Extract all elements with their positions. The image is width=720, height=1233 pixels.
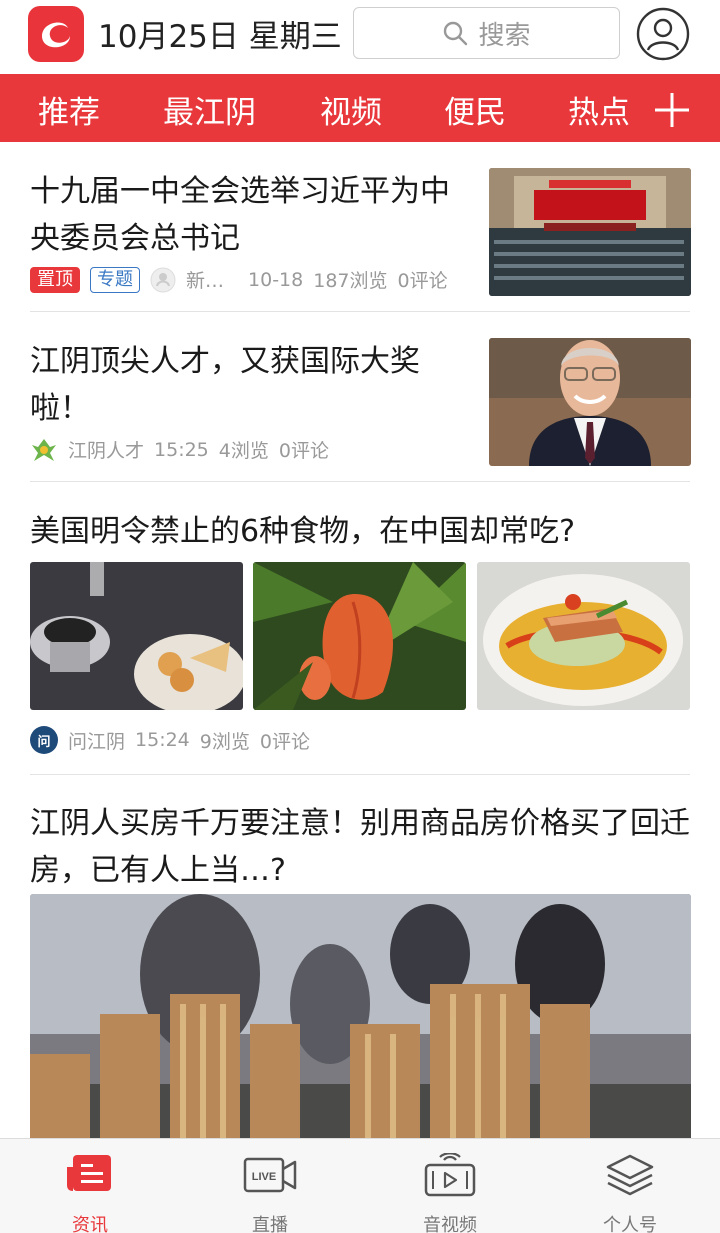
stack-icon xyxy=(606,1154,654,1196)
top-header: 10月25日 星期三 搜索 xyxy=(0,0,720,74)
source-avatar-icon xyxy=(150,267,176,292)
nav-label: 直播 xyxy=(252,1215,288,1233)
article-comments: 0评论 xyxy=(397,270,448,292)
news-feed: 十九届一中全会选举习近平为中央委员会总书记 置顶 专题 新… 10-18 187… xyxy=(0,142,720,1138)
search-placeholder: 搜索 xyxy=(478,20,531,51)
article-source: 新… xyxy=(186,270,225,292)
divider xyxy=(30,481,690,482)
article-time: 10-18 xyxy=(248,268,304,291)
nav-live[interactable]: LIVE 直播 xyxy=(210,1153,330,1233)
article-source: 问江阴 xyxy=(68,730,126,753)
article-comments: 0评论 xyxy=(278,440,329,462)
article-time: 15:24 xyxy=(135,729,190,751)
nav-personal[interactable]: 个人号 xyxy=(570,1153,690,1233)
tab-convenience[interactable]: 便民 xyxy=(444,87,506,132)
channel-tabs: 推荐 最江阴 视频 便民 热点 xyxy=(0,74,720,147)
article-thumbnail xyxy=(489,338,691,466)
bottom-nav: 资讯 LIVE 直播 音视频 个人号 xyxy=(0,1138,720,1233)
divider xyxy=(30,311,690,312)
article-meta: 江阴人才 15:25 4浏览 0评论 xyxy=(30,436,329,463)
article-time: 15:25 xyxy=(154,438,209,461)
tab-hot[interactable]: 热点 xyxy=(568,87,630,132)
article-comments: 0评论 xyxy=(259,730,310,753)
news-icon xyxy=(67,1155,111,1191)
article-title: 江阴顶尖人才，又获国际大奖啦！ xyxy=(30,344,420,426)
nav-label: 个人号 xyxy=(603,1215,657,1233)
live-icon: LIVE xyxy=(243,1157,297,1193)
article-views: 9浏览 xyxy=(199,730,250,753)
tab-jiangyin[interactable]: 最江阴 xyxy=(163,87,256,147)
tab-video[interactable]: 视频 xyxy=(320,87,382,132)
article-image xyxy=(30,894,691,1138)
article-image xyxy=(30,562,243,710)
audio-video-icon xyxy=(424,1153,476,1197)
tab-recommend[interactable]: 推荐 xyxy=(38,87,100,132)
date-label: 10月25日 星期三 xyxy=(98,19,342,55)
article-views: 4浏览 xyxy=(218,440,269,462)
pinned-badge: 置顶 xyxy=(30,266,80,293)
search-input[interactable]: 搜索 xyxy=(353,7,620,59)
article-meta: 置顶 专题 新… 10-18 187浏览 0评论 xyxy=(30,266,448,293)
search-icon xyxy=(444,21,468,46)
plus-icon xyxy=(655,93,689,127)
user-avatar-button[interactable] xyxy=(636,7,690,61)
user-icon xyxy=(636,7,690,61)
divider xyxy=(30,774,690,775)
app-logo-icon[interactable] xyxy=(28,6,84,62)
nav-audio-video[interactable]: 音视频 xyxy=(390,1153,510,1233)
nav-label: 音视频 xyxy=(423,1215,477,1233)
article-title: 十九届一中全会选举习近平为中央委员会总书记 xyxy=(30,174,450,256)
article-card[interactable]: 美国明令禁止的6种食物，在中国却常吃? 问 问江阴 15:24 9浏览 0评论 xyxy=(30,508,692,758)
topic-badge: 专题 xyxy=(90,266,140,293)
source-avatar-icon xyxy=(32,438,56,461)
article-card[interactable]: 十九届一中全会选举习近平为中央委员会总书记 置顶 专题 新… 10-18 187… xyxy=(30,168,692,308)
svg-text:LIVE: LIVE xyxy=(252,1171,276,1183)
article-image xyxy=(253,562,466,710)
article-source: 江阴人才 xyxy=(68,440,145,462)
article-image xyxy=(477,562,690,710)
article-card[interactable]: 江阴人买房千万要注意！别用商品房价格买了回迁房，已有人上当…? xyxy=(30,800,692,1138)
article-title: 美国明令禁止的6种食物，在中国却常吃? xyxy=(30,514,576,549)
add-channel-button[interactable] xyxy=(652,90,692,130)
article-meta: 问 问江阴 15:24 9浏览 0评论 xyxy=(30,726,310,754)
nav-news[interactable]: 资讯 xyxy=(30,1153,150,1233)
article-card[interactable]: 江阴顶尖人才，又获国际大奖啦！ 江阴人才 15:25 4浏览 0评论 xyxy=(30,338,692,468)
article-title: 江阴人买房千万要注意！别用商品房价格买了回迁房，已有人上当…? xyxy=(30,806,690,888)
article-views: 187浏览 xyxy=(313,270,388,292)
nav-label: 资讯 xyxy=(72,1215,108,1233)
article-thumbnail xyxy=(489,168,691,296)
source-logo-icon: 问 xyxy=(30,726,58,754)
